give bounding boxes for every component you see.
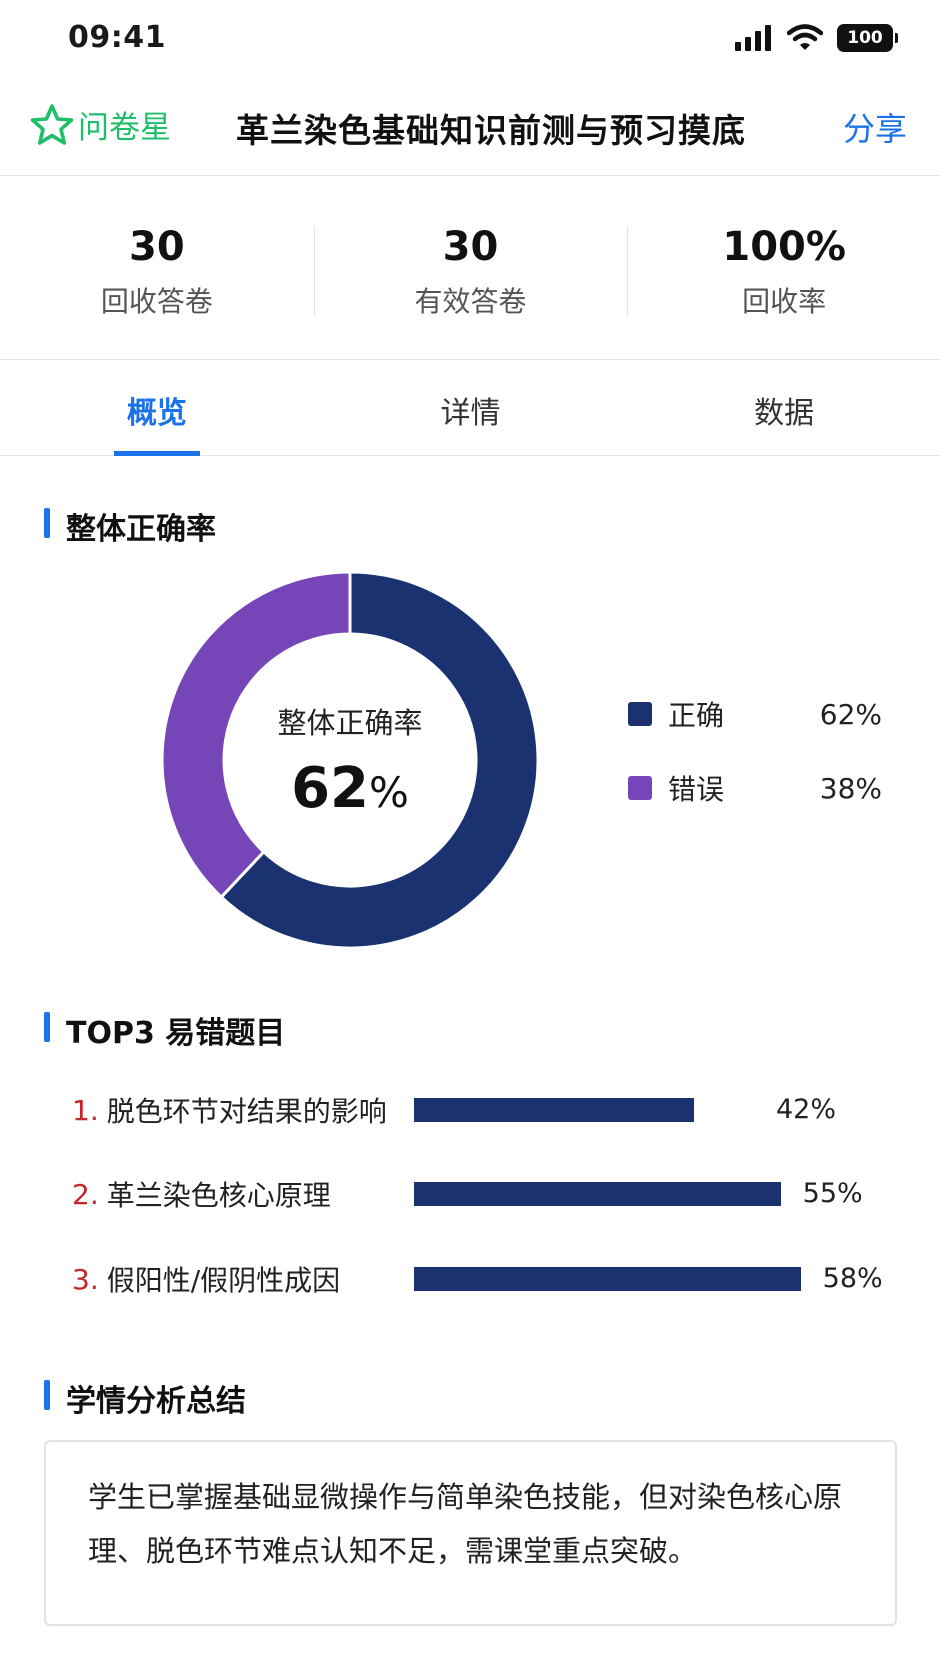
stat-label: 有效答卷 — [414, 285, 527, 318]
top3-row[interactable]: 1. 脱色环节对结果的影响 42% — [72, 1090, 892, 1130]
tab-bar: 概览 详情 数据 — [0, 360, 941, 456]
app-header: 问卷星 革兰染色基础知识前测与预习摸底 分享 — [0, 90, 941, 176]
bar-label: 脱色环节对结果的影响 — [106, 1095, 387, 1128]
bar-value: 42% — [776, 1094, 837, 1125]
legend-swatch — [628, 776, 652, 800]
bar-rank: 1. — [72, 1093, 99, 1127]
donut-center-value: 62% — [291, 755, 409, 821]
page-title: 革兰染色基础知识前测与预习摸底 — [236, 111, 746, 150]
tab-data[interactable]: 数据 — [627, 360, 941, 455]
donut-center: 整体正确率 62% — [150, 560, 550, 960]
stat-value: 30 — [442, 224, 499, 270]
section-title-overall: 整体正确率 — [44, 504, 216, 548]
summary-box: 学生已掌握基础显微操作与简单染色技能，但对染色核心原理、脱色环节难点认知不足，需… — [44, 1440, 897, 1626]
legend-item-wrong: 错误 38% — [628, 768, 882, 808]
tab-overview[interactable]: 概览 — [0, 360, 314, 455]
bar-track — [414, 1098, 814, 1122]
stats-summary: 30 回收答卷 30 有效答卷 100% 回收率 — [0, 176, 941, 360]
legend-label: 正确 — [668, 699, 725, 732]
brand-name: 问卷星 — [78, 110, 171, 146]
status-time: 09:41 — [68, 20, 166, 55]
battery-icon: 100 — [837, 24, 898, 52]
stat-label: 回收答卷 — [100, 285, 213, 318]
bar-value: 58% — [822, 1263, 883, 1294]
bar-track — [414, 1267, 814, 1291]
tab-details[interactable]: 详情 — [314, 360, 628, 455]
donut-center-label: 整体正确率 — [277, 705, 423, 740]
bar-rank: 3. — [72, 1262, 99, 1296]
bar-label: 革兰染色核心原理 — [106, 1179, 331, 1212]
donut-legend: 正确 62% 错误 38% — [628, 694, 882, 842]
status-bar: 09:41 100 — [0, 0, 941, 80]
share-button[interactable]: 分享 — [843, 104, 907, 150]
top3-row[interactable]: 2. 革兰染色核心原理 55% — [72, 1174, 892, 1214]
bar-rank: 2. — [72, 1177, 99, 1211]
section-title-summary: 学情分析总结 — [44, 1376, 246, 1420]
stat-value: 30 — [129, 224, 185, 270]
legend-value: 38% — [819, 771, 882, 805]
signal-icon — [735, 25, 771, 51]
stat-rate: 100% 回收率 — [627, 176, 941, 359]
stat-valid: 30 有效答卷 — [313, 176, 628, 359]
brand-logo[interactable]: 问卷星 — [30, 102, 171, 147]
star-icon — [30, 103, 74, 145]
stat-value: 100% — [722, 224, 846, 270]
bar-fill — [414, 1098, 694, 1122]
stat-collected: 30 回收答卷 — [0, 176, 314, 359]
legend-item-correct: 正确 62% — [628, 694, 882, 734]
bar-fill — [414, 1267, 801, 1291]
stat-label: 回收率 — [742, 285, 827, 318]
bar-track — [414, 1182, 814, 1206]
top3-row[interactable]: 3. 假阳性/假阴性成因 58% — [72, 1259, 892, 1299]
bar-label: 假阳性/假阴性成因 — [106, 1264, 341, 1297]
legend-label: 错误 — [668, 773, 725, 806]
legend-value: 62% — [819, 697, 882, 731]
bar-fill — [414, 1182, 781, 1206]
status-icons: 100 — [735, 24, 898, 52]
legend-swatch — [628, 702, 652, 726]
section-title-top3: TOP3 易错题目 — [44, 1008, 285, 1052]
wifi-icon — [787, 24, 823, 50]
bar-value: 55% — [802, 1178, 863, 1209]
